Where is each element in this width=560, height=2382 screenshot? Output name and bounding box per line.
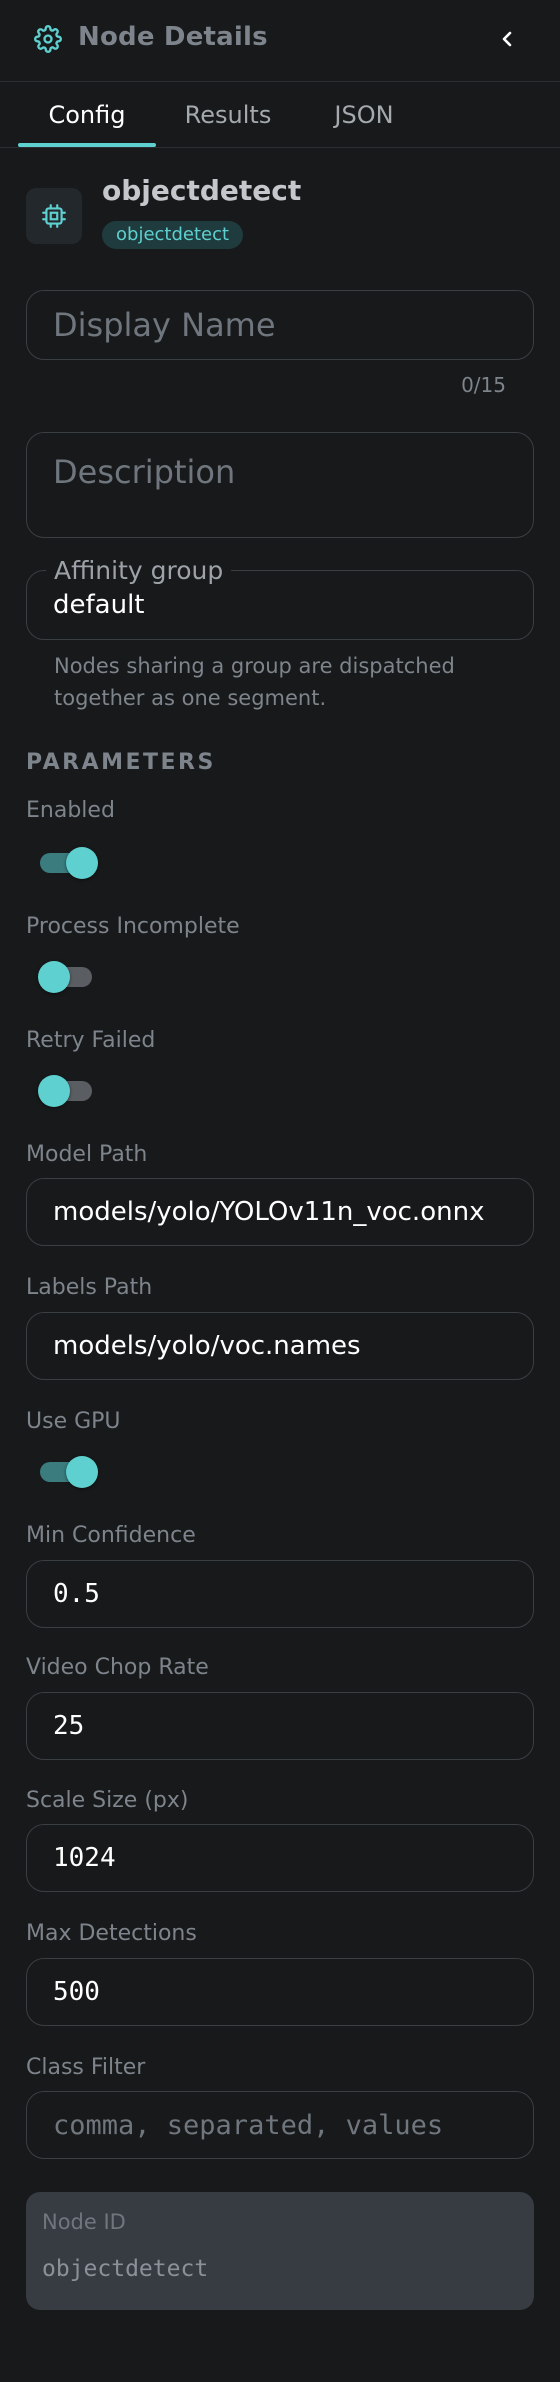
scale-size-value: 1024 <box>53 1843 116 1873</box>
max-detections-value: 500 <box>53 1977 100 2007</box>
retry-failed-toggle-thumb <box>38 1075 70 1107</box>
use-gpu-label: Use GPU <box>26 1409 121 1434</box>
retry-failed-toggle[interactable] <box>38 1071 94 1111</box>
video-chop-rate-label: Video Chop Rate <box>26 1655 209 1680</box>
display-name-placeholder: Display Name <box>53 306 276 344</box>
chevron-left-icon[interactable] <box>494 25 520 53</box>
tab-config[interactable]: Config <box>18 82 156 148</box>
min-confidence-value: 0.5 <box>53 1579 100 1609</box>
model-path-label: Model Path <box>26 1142 148 1167</box>
class-filter-input[interactable]: comma, separated, values <box>26 2091 534 2159</box>
scale-size-label: Scale Size (px) <box>26 1788 189 1813</box>
node-id-label: Node ID <box>42 2210 126 2234</box>
model-path-input[interactable]: models/yolo/YOLOv11n_voc.onnx <box>26 1178 534 1246</box>
labels-path-value: models/yolo/voc.names <box>53 1331 361 1361</box>
labels-path-input[interactable]: models/yolo/voc.names <box>26 1312 534 1380</box>
node-type-icon-box <box>26 188 82 244</box>
display-name-input[interactable]: Display Name <box>26 290 534 360</box>
enabled-toggle[interactable] <box>38 843 98 883</box>
model-path-value: models/yolo/YOLOv11n_voc.onnx <box>53 1197 485 1227</box>
max-detections-label: Max Detections <box>26 1921 197 1946</box>
process-incomplete-label: Process Incomplete <box>26 914 240 939</box>
node-id-box: Node ID objectdetect <box>26 2192 534 2310</box>
affinity-group-helper: Nodes sharing a group are dispatched tog… <box>54 654 455 710</box>
use-gpu-toggle-thumb <box>66 1456 98 1488</box>
panel-title: Node Details <box>78 22 268 52</box>
retry-failed-label: Retry Failed <box>26 1028 156 1053</box>
tab-bar: Config Results JSON <box>0 82 560 148</box>
gear-icon <box>34 25 62 53</box>
process-incomplete-toggle[interactable] <box>38 957 94 997</box>
min-confidence-input[interactable]: 0.5 <box>26 1560 534 1628</box>
video-chop-rate-value: 25 <box>53 1711 85 1741</box>
tab-results[interactable]: Results <box>170 82 286 148</box>
node-details-panel: Node Details Config Results JSON objectd… <box>0 0 560 2382</box>
tab-json[interactable]: JSON <box>312 82 416 148</box>
description-textarea[interactable]: Description <box>26 432 534 538</box>
affinity-group-label: Affinity group <box>46 556 232 585</box>
scale-size-input[interactable]: 1024 <box>26 1824 534 1892</box>
video-chop-rate-input[interactable]: 25 <box>26 1692 534 1760</box>
display-name-counter: 0/15 <box>461 373 506 397</box>
labels-path-label: Labels Path <box>26 1275 153 1300</box>
min-confidence-label: Min Confidence <box>26 1523 196 1548</box>
enabled-toggle-thumb <box>66 847 98 879</box>
use-gpu-toggle[interactable] <box>38 1452 98 1492</box>
enabled-label: Enabled <box>26 798 115 823</box>
max-detections-input[interactable]: 500 <box>26 1958 534 2026</box>
parameters-heading: PARAMETERS <box>26 750 216 775</box>
active-tab-indicator <box>18 143 156 147</box>
node-title: objectdetect <box>102 174 302 207</box>
cpu-chip-icon <box>42 204 66 228</box>
process-incomplete-toggle-thumb <box>38 961 70 993</box>
description-placeholder: Description <box>53 453 236 491</box>
node-id-value: objectdetect <box>42 2256 209 2282</box>
class-filter-placeholder: comma, separated, values <box>53 2109 444 2141</box>
affinity-group-value: default <box>53 590 145 620</box>
class-filter-label: Class Filter <box>26 2055 146 2080</box>
panel-header: Node Details <box>0 0 560 82</box>
node-type-badge: objectdetect <box>102 221 244 249</box>
